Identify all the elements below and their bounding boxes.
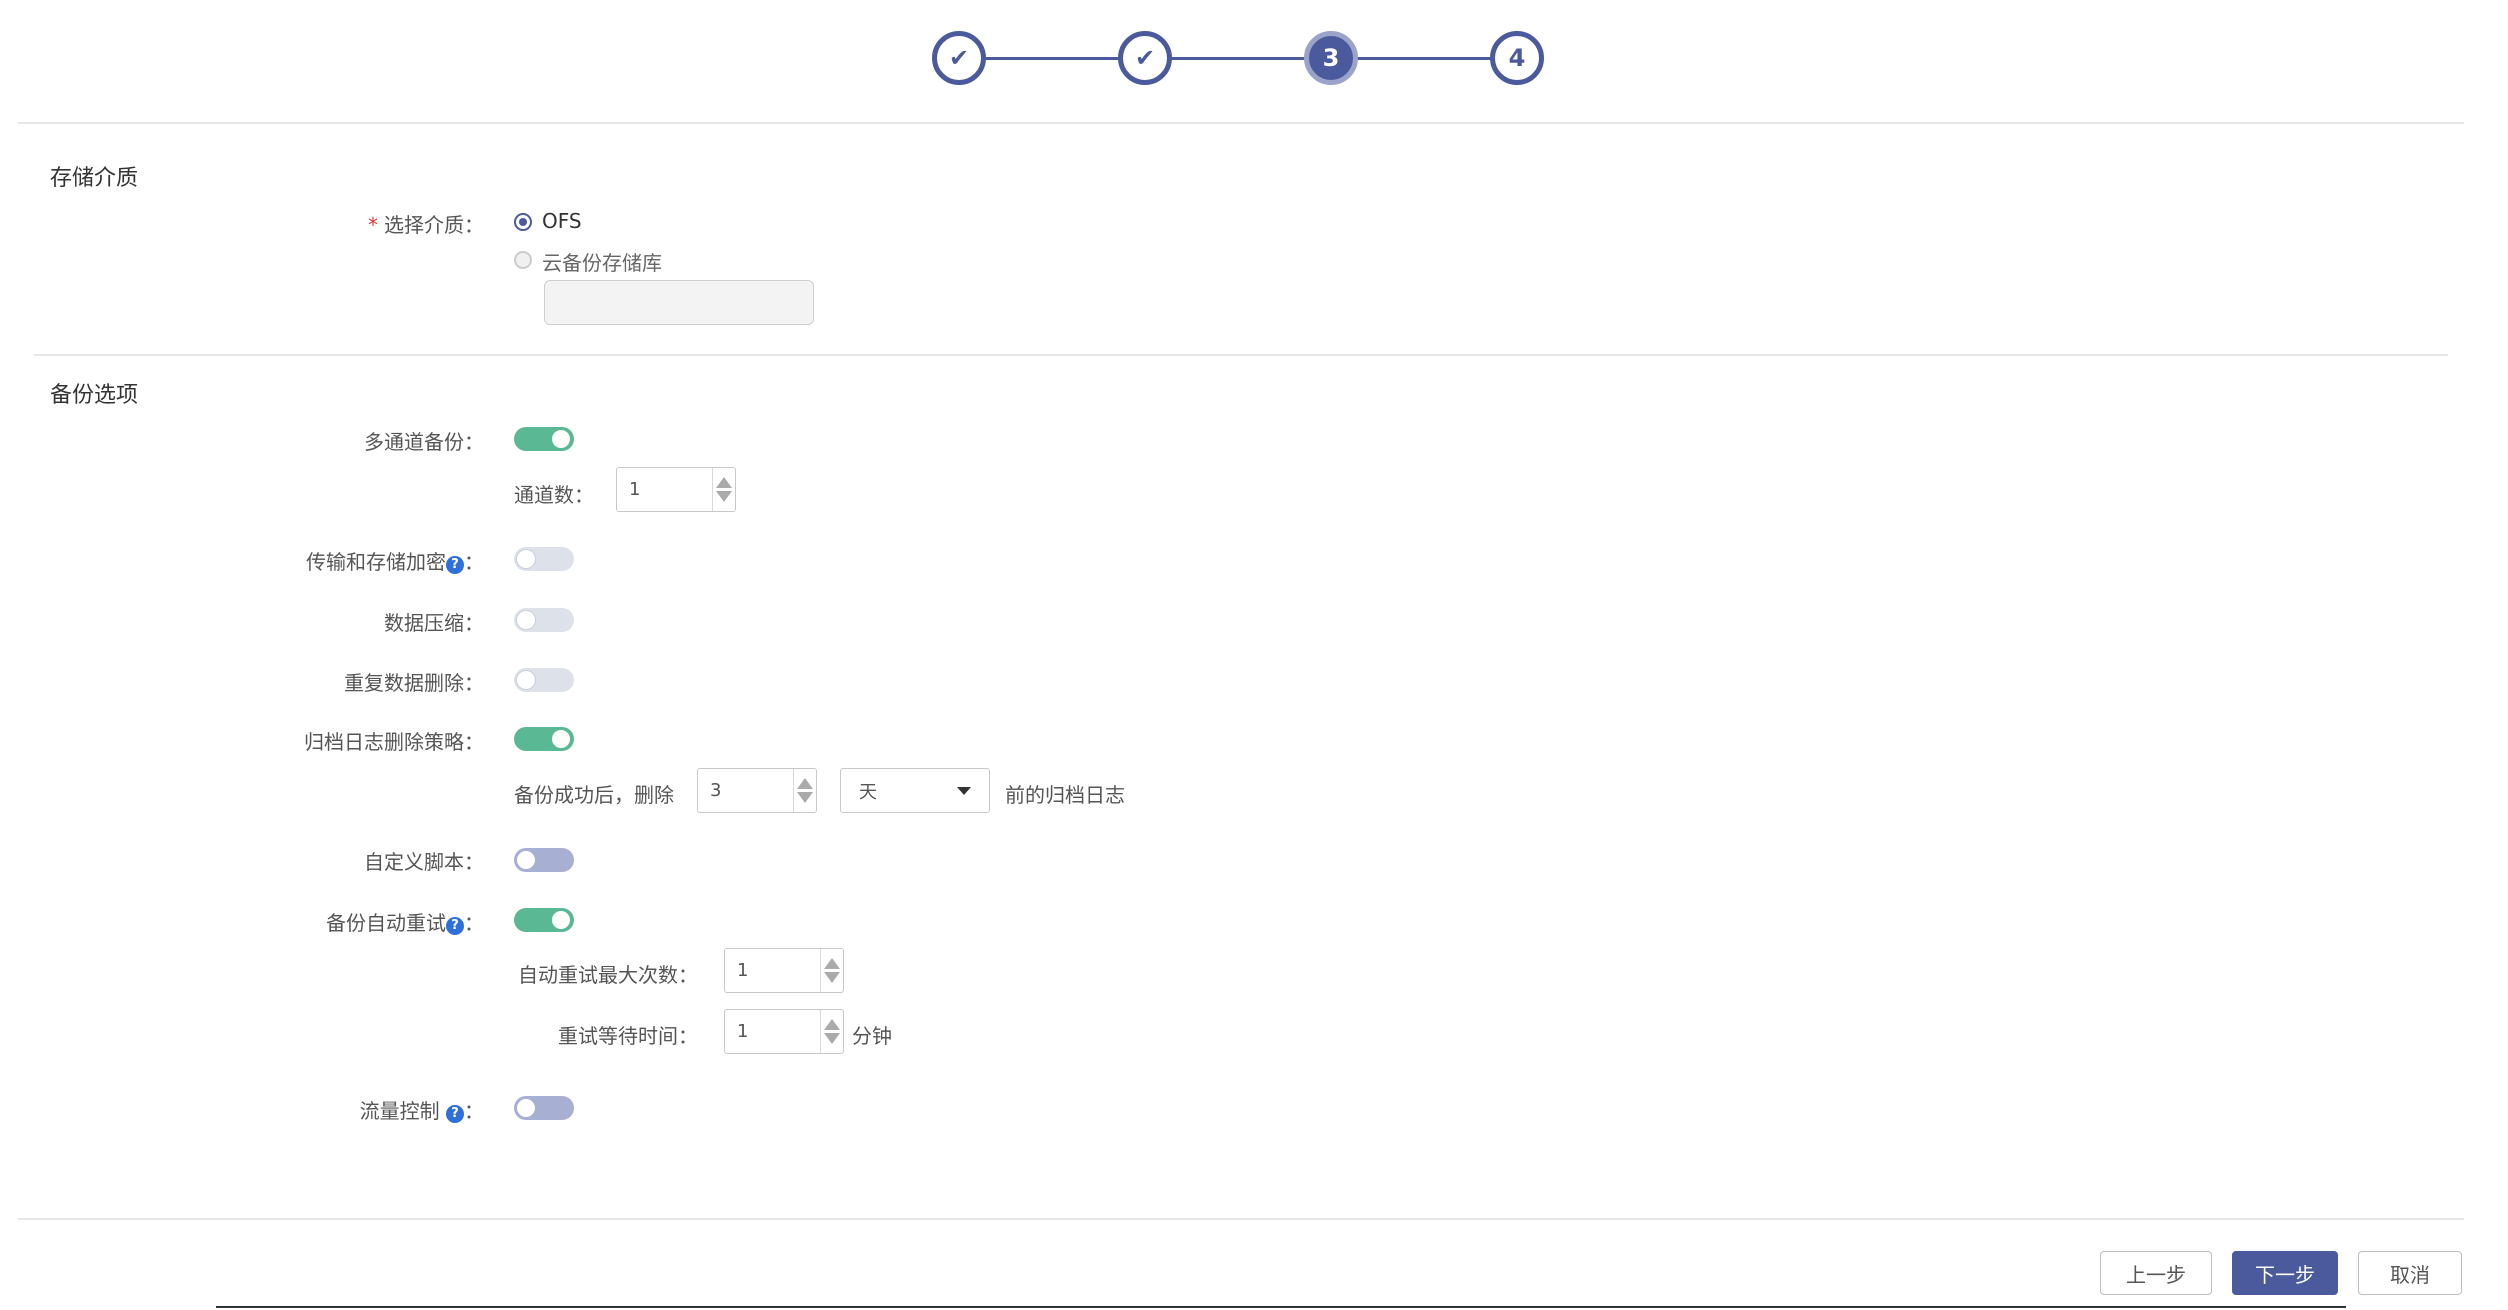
section-title-storage: 存储介质 (50, 166, 139, 191)
spin-arrows[interactable] (820, 1010, 843, 1053)
channels-value: 1 (629, 479, 641, 500)
spin-arrows[interactable] (820, 949, 843, 992)
cloud-repo-input[interactable] (544, 280, 814, 325)
stepper-connector (1357, 57, 1493, 60)
encryption-toggle[interactable] (514, 547, 574, 571)
arrow-up-icon[interactable] (797, 778, 813, 789)
divider (34, 354, 2448, 356)
step-1-done: ✔ (932, 31, 986, 85)
step-2-done: ✔ (1118, 31, 1172, 85)
archive-suffix: 前的归档日志 (1005, 783, 1125, 807)
arrow-up-icon[interactable] (824, 1019, 840, 1030)
archive-days-stepper[interactable]: 3 (697, 768, 817, 813)
arrow-up-icon[interactable] (824, 958, 840, 969)
retry-max-value: 1 (737, 960, 749, 981)
next-button[interactable]: 下一步 (2232, 1251, 2338, 1295)
channels-stepper[interactable]: 1 (616, 467, 736, 512)
spin-arrows[interactable] (793, 769, 816, 812)
archive-days-value: 3 (710, 780, 722, 801)
required-mark: * (368, 213, 378, 237)
retry-wait-label: 重试等待时间： (558, 1024, 698, 1048)
stepper-connector (1171, 57, 1307, 60)
step-4: 4 (1490, 31, 1544, 85)
encryption-label: 传输和存储加密?： (306, 550, 484, 574)
retry-wait-value: 1 (737, 1021, 749, 1042)
multichannel-label: 多通道备份： (364, 430, 484, 454)
multichannel-toggle[interactable] (514, 427, 574, 451)
chevron-down-icon (957, 786, 971, 795)
section-title-backup: 备份选项 (50, 383, 139, 408)
radio-ofs[interactable] (514, 213, 532, 231)
custom-script-toggle[interactable] (514, 848, 574, 872)
archive-policy-toggle[interactable] (514, 727, 574, 751)
spin-arrows[interactable] (712, 468, 735, 511)
archive-policy-label: 归档日志删除策略： (304, 730, 484, 754)
flow-control-label: 流量控制 ?： (359, 1099, 484, 1123)
dedup-toggle[interactable] (514, 668, 574, 692)
archive-unit-value: 天 (859, 781, 877, 803)
archive-unit-select[interactable]: 天 (840, 768, 990, 813)
compression-toggle[interactable] (514, 608, 574, 632)
flow-control-toggle[interactable] (514, 1096, 574, 1120)
medium-label: * 选择介质： (368, 213, 484, 237)
help-icon[interactable]: ? (446, 556, 464, 574)
bottom-edge-line (216, 1306, 2346, 1308)
archive-prefix: 备份成功后，删除 (514, 783, 674, 807)
help-icon[interactable]: ? (446, 1105, 464, 1123)
stepper-connector (985, 57, 1121, 60)
retry-wait-stepper[interactable]: 1 (724, 1009, 844, 1054)
channels-label: 通道数： (514, 483, 594, 507)
arrow-down-icon[interactable] (716, 491, 732, 502)
compression-label: 数据压缩： (384, 611, 484, 635)
arrow-down-icon[interactable] (797, 792, 813, 803)
retry-wait-unit: 分钟 (852, 1024, 892, 1048)
check-icon: ✔ (948, 44, 970, 72)
help-icon[interactable]: ? (446, 917, 464, 935)
radio-ofs-label: OFS (542, 209, 582, 233)
radio-cloud-repo[interactable] (514, 251, 532, 269)
radio-cloud-repo-label: 云备份存储库 (542, 251, 662, 275)
auto-retry-toggle[interactable] (514, 908, 574, 932)
prev-button[interactable]: 上一步 (2100, 1251, 2212, 1295)
auto-retry-label: 备份自动重试?： (326, 911, 484, 935)
arrow-down-icon[interactable] (824, 1033, 840, 1044)
check-icon: ✔ (1134, 44, 1156, 72)
divider (18, 122, 2464, 124)
step-3-active: 3 (1304, 31, 1358, 85)
dedup-label: 重复数据删除： (344, 671, 484, 695)
divider (18, 1218, 2464, 1220)
cancel-button[interactable]: 取消 (2358, 1251, 2462, 1295)
arrow-up-icon[interactable] (716, 477, 732, 488)
retry-max-label: 自动重试最大次数： (518, 963, 698, 987)
custom-script-label: 自定义脚本： (364, 850, 484, 874)
retry-max-stepper[interactable]: 1 (724, 948, 844, 993)
arrow-down-icon[interactable] (824, 972, 840, 983)
